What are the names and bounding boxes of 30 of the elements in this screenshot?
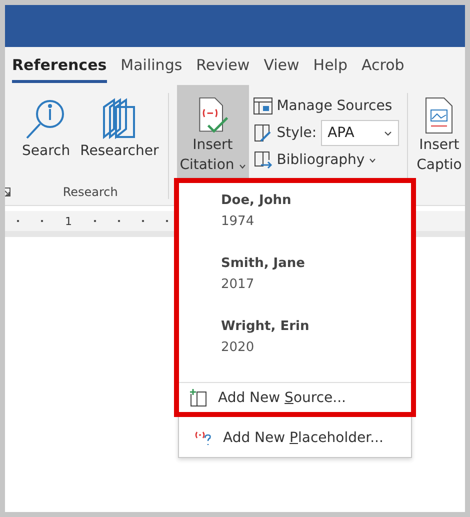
group-label: Research [62, 185, 119, 199]
ruler-number: 1 [65, 214, 72, 228]
researcher-button[interactable]: Researcher [77, 85, 162, 185]
source-item[interactable]: Wright, Erin 2020 [179, 319, 310, 355]
book-brush-icon [252, 123, 273, 143]
insert-caption-button[interactable]: Insert Captio [414, 85, 465, 179]
source-item[interactable]: Doe, John 1974 [179, 193, 292, 229]
ribbon-tab[interactable]: Review [196, 50, 250, 82]
insert-citation-button[interactable]: Insert Citation [176, 85, 249, 179]
placeholder-icon [193, 429, 213, 447]
table-icon [252, 96, 273, 116]
add-source-item[interactable]: Add New Source... [179, 382, 411, 412]
add-placeholder-item[interactable]: Add New Placeholder... [179, 419, 411, 457]
style-label: Style: [276, 125, 317, 141]
ribbon-tab[interactable]: Help [313, 50, 348, 82]
search-button[interactable]: Search [19, 85, 74, 185]
style-dropdown[interactable]: APA [320, 120, 399, 146]
ribbon-tab[interactable]: Mailings [120, 50, 182, 82]
ribbon-tab[interactable]: Acrob [362, 50, 404, 82]
bibliography-button[interactable]: Bibliography [250, 149, 401, 171]
caret-icon [368, 158, 376, 162]
caption-icon [424, 97, 454, 135]
book-plus-icon [188, 388, 208, 406]
caret-icon [384, 130, 392, 136]
books-icon [101, 97, 138, 141]
caret-icon [238, 164, 246, 169]
source-item[interactable]: Smith, Jane 2017 [179, 256, 305, 292]
book-arrow-icon [252, 150, 273, 170]
manage-sources-button[interactable]: Manage Sources [250, 95, 401, 117]
ribbon-tab[interactable]: View [264, 50, 300, 82]
